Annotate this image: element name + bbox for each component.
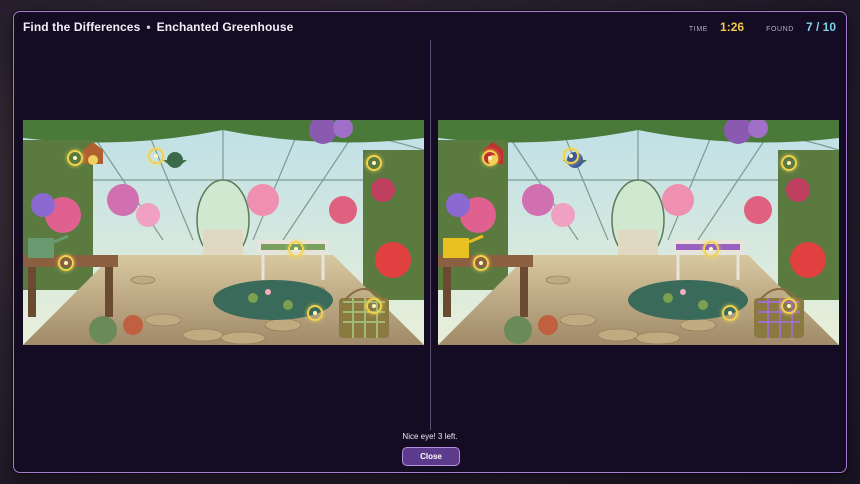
found-marker-birdhouse xyxy=(482,150,498,166)
found-value: 7 / 10 xyxy=(805,20,836,34)
game-modal: Find the Differences • Enchanted Greenhous… xyxy=(13,11,847,473)
feedback-message: Nice eye! 3 left. xyxy=(402,432,458,441)
found-marker-wall-flower xyxy=(781,155,797,171)
time-value: 1:26 xyxy=(720,20,745,34)
found-marker-hanging-basket xyxy=(563,148,579,164)
found-marker-birdhouse xyxy=(67,150,83,166)
found-marker-basket xyxy=(781,298,797,314)
greenhouse-illustration-left xyxy=(23,120,424,345)
found-marker-hanging-basket xyxy=(148,148,164,164)
panel-divider xyxy=(430,40,431,430)
found-marker-lily-pad xyxy=(307,305,323,321)
right-scene-image[interactable] xyxy=(438,120,839,345)
found-label: FOUND xyxy=(766,26,794,33)
found-marker-watering-can xyxy=(58,255,74,271)
found-marker-lily-pad xyxy=(722,305,738,321)
found-marker-watering-can xyxy=(473,255,489,271)
greenhouse-illustration-right xyxy=(438,120,839,345)
found-marker-bench xyxy=(703,241,719,257)
stats-panel: TIME 1:26 FOUND 7 / 10 xyxy=(689,20,836,34)
left-scene-image[interactable] xyxy=(23,120,424,345)
title-separator: • xyxy=(146,20,151,34)
found-marker-bench xyxy=(288,241,304,257)
found-marker-basket xyxy=(366,298,382,314)
close-button[interactable]: Close xyxy=(402,447,460,466)
header-bar: Find the Differences • Enchanted Greenhous… xyxy=(14,12,846,42)
found-marker-wall-flower xyxy=(366,155,382,171)
game-title: Find the Differences • Enchanted Greenhous… xyxy=(23,20,293,34)
time-label: TIME xyxy=(688,26,709,33)
level-name: Enchanted Greenhouse xyxy=(156,20,294,34)
game-name: Find the Differences xyxy=(23,20,141,34)
